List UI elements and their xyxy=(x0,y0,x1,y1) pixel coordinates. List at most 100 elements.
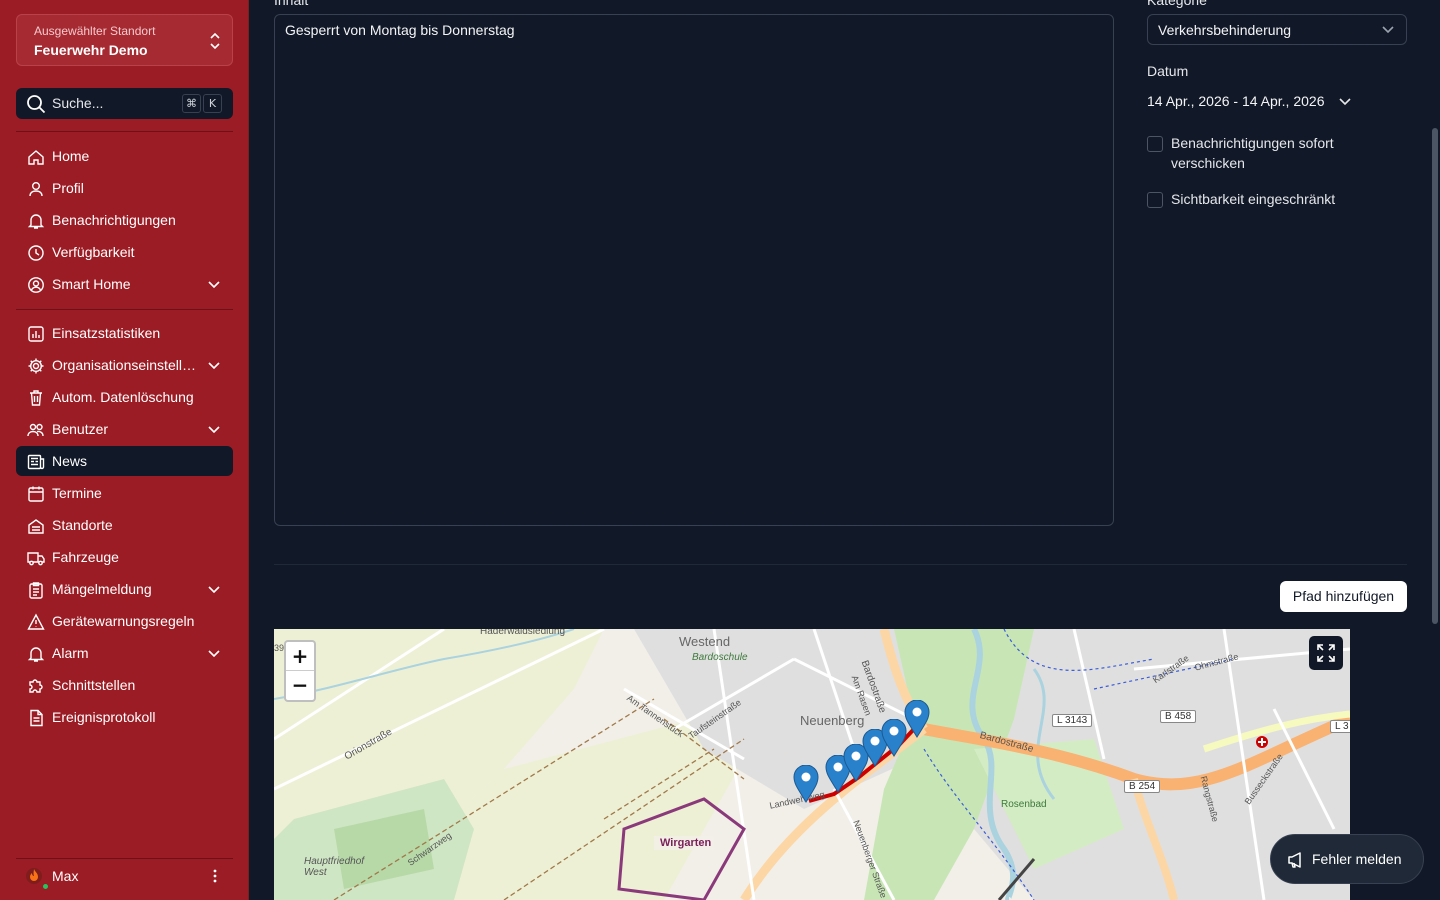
sidebar-item-label: Einsatzstatistiken xyxy=(52,325,161,341)
location-selector[interactable]: Ausgewählter Standort Feuerwehr Demo xyxy=(16,14,233,66)
date-value: 14 Apr., 2026 - 14 Apr., 2026 xyxy=(1147,93,1325,109)
search-icon xyxy=(27,95,46,114)
sidebar-item-benachrichtigungen[interactable]: Benachrichtigungen xyxy=(16,205,233,235)
sidebar-item-label: Home xyxy=(52,148,90,164)
report-bug-label: Fehler melden xyxy=(1312,851,1402,867)
bell-icon xyxy=(27,214,45,229)
sidebar-item-label: Profil xyxy=(52,180,84,196)
content-textarea[interactable]: Gesperrt von Montag bis Donnerstag xyxy=(274,14,1114,526)
flame-icon xyxy=(30,869,38,881)
users-icon xyxy=(27,423,44,437)
document-icon xyxy=(30,709,43,727)
sidebar-item-gerätewarnungsregeln[interactable]: Gerätewarnungsregeln xyxy=(16,606,233,636)
calendar-icon xyxy=(28,486,44,502)
gear-icon xyxy=(28,358,44,374)
truck-icon xyxy=(27,552,45,566)
chevron-down-icon[interactable] xyxy=(208,360,220,370)
user-circle-icon xyxy=(28,277,44,293)
chevron-down-icon[interactable] xyxy=(208,648,220,658)
route-marker[interactable] xyxy=(904,700,930,738)
visibility-checkbox[interactable] xyxy=(1147,192,1163,208)
puzzle-icon xyxy=(29,679,43,693)
clock-icon xyxy=(28,245,44,261)
zoom-out-button[interactable]: − xyxy=(286,671,314,700)
warning-icon xyxy=(27,613,45,630)
sidebar-item-home[interactable]: Home xyxy=(16,141,233,171)
divider xyxy=(16,131,233,132)
kbd-k: K xyxy=(203,94,222,113)
user-menu[interactable]: Max xyxy=(16,864,233,891)
map-label-hauptfriedhof: Hauptfriedhof West xyxy=(304,856,365,878)
fullscreen-button[interactable] xyxy=(1309,636,1343,670)
report-bug-button[interactable]: Fehler melden xyxy=(1270,834,1424,884)
route-marker[interactable] xyxy=(793,765,819,803)
trash-icon xyxy=(30,390,42,406)
map-label-rosenbad: Rosenbad xyxy=(1001,799,1047,810)
map-label-b254: B 254 xyxy=(1124,780,1161,793)
search-placeholder: Suche... xyxy=(52,95,104,111)
sidebar-item-autom-datenlöschung[interactable]: Autom. Datenlöschung xyxy=(16,382,233,412)
chart-icon xyxy=(28,326,44,342)
chevron-down-icon xyxy=(1339,98,1351,106)
sidebar-item-label: Schnittstellen xyxy=(52,677,136,693)
sidebar-item-smart-home[interactable]: Smart Home xyxy=(16,269,233,299)
sidebar-item-label: Organisationseinstellungen xyxy=(52,357,197,373)
sidebar-item-label: Termine xyxy=(52,485,102,501)
location-value: Feuerwehr Demo xyxy=(34,42,148,58)
sidebar-item-termine[interactable]: Termine xyxy=(16,478,233,508)
sidebar-item-label: Gerätewarnungsregeln xyxy=(52,613,195,629)
category-select[interactable]: Verkehrsbehinderung xyxy=(1147,14,1407,45)
date-range-picker[interactable]: 14 Apr., 2026 - 14 Apr., 2026 xyxy=(1147,93,1351,113)
notify-checkbox[interactable] xyxy=(1147,136,1163,152)
home-icon xyxy=(28,150,44,165)
sidebar-item-profil[interactable]: Profil xyxy=(16,173,233,203)
divider xyxy=(16,858,233,859)
chevron-up-down-icon xyxy=(210,32,220,50)
content-label: Inhalt xyxy=(274,0,309,8)
content-value: Gesperrt von Montag bis Donnerstag xyxy=(285,22,515,38)
sidebar-item-standorte[interactable]: Standorte xyxy=(16,510,233,540)
sidebar-item-label: Smart Home xyxy=(52,276,131,292)
map-view[interactable]: Westend Bardoschule Haderwaldsiedlung Ne… xyxy=(274,629,1350,900)
sidebar-item-label: Standorte xyxy=(52,517,113,533)
category-label: Kategorie xyxy=(1147,0,1207,8)
sidebar-item-organisationseinstellungen[interactable]: Organisationseinstellungen xyxy=(16,350,233,380)
divider xyxy=(16,309,233,310)
page-scrollbar[interactable] xyxy=(1432,128,1438,624)
chevron-down-icon[interactable] xyxy=(208,584,220,594)
building-icon xyxy=(28,519,44,534)
zoom-in-button[interactable]: + xyxy=(286,642,314,671)
sidebar-item-schnittstellen[interactable]: Schnittstellen xyxy=(16,670,233,700)
more-vertical-icon[interactable] xyxy=(213,868,217,884)
sidebar-item-ereignisprotokoll[interactable]: Ereignisprotokoll xyxy=(16,702,233,732)
map-label-haderwaldsiedlung: Haderwaldsiedlung xyxy=(480,629,566,637)
sidebar-item-mängelmeldung[interactable]: Mängelmeldung xyxy=(16,574,233,604)
avatar xyxy=(26,868,42,884)
visibility-checkbox-label: Sichtbarkeit eingeschränkt xyxy=(1171,191,1336,207)
map-label-neuenberg: Neuenberg xyxy=(800,713,865,728)
search-input[interactable]: Suche... ⌘ K xyxy=(16,88,233,119)
notify-checkbox-label: Benachrichtigungen sofort verschicken xyxy=(1171,135,1334,171)
chevron-down-icon[interactable] xyxy=(208,279,220,289)
map-label-b458: B 458 xyxy=(1160,710,1197,723)
sidebar-item-alarm[interactable]: Alarm xyxy=(16,638,233,668)
sidebar: Ausgewählter Standort Feuerwehr Demo Suc… xyxy=(0,0,249,900)
location-caption: Ausgewählter Standort xyxy=(34,24,156,38)
sidebar-item-einsatzstatistiken[interactable]: Einsatzstatistiken xyxy=(16,318,233,348)
clipboard-icon xyxy=(29,582,43,599)
chevron-down-icon[interactable] xyxy=(208,424,220,434)
category-value: Verkehrsbehinderung xyxy=(1158,22,1292,38)
expand-icon xyxy=(1317,644,1335,662)
online-status-dot xyxy=(41,882,50,891)
add-path-button[interactable]: Pfad hinzufügen xyxy=(1280,581,1407,612)
sidebar-item-label: News xyxy=(52,453,88,469)
divider xyxy=(274,564,1407,565)
sidebar-item-label: Autom. Datenlöschung xyxy=(52,389,194,405)
sidebar-item-verfügbarkeit[interactable]: Verfügbarkeit xyxy=(16,237,233,267)
sidebar-item-fahrzeuge[interactable]: Fahrzeuge xyxy=(16,542,233,572)
kbd-cmd: ⌘ xyxy=(182,94,201,113)
chevron-down-icon xyxy=(1382,26,1394,34)
sidebar-item-news[interactable]: News xyxy=(16,446,233,476)
sidebar-item-benutzer[interactable]: Benutzer xyxy=(16,414,233,444)
map-label-39: 39 xyxy=(274,643,285,653)
